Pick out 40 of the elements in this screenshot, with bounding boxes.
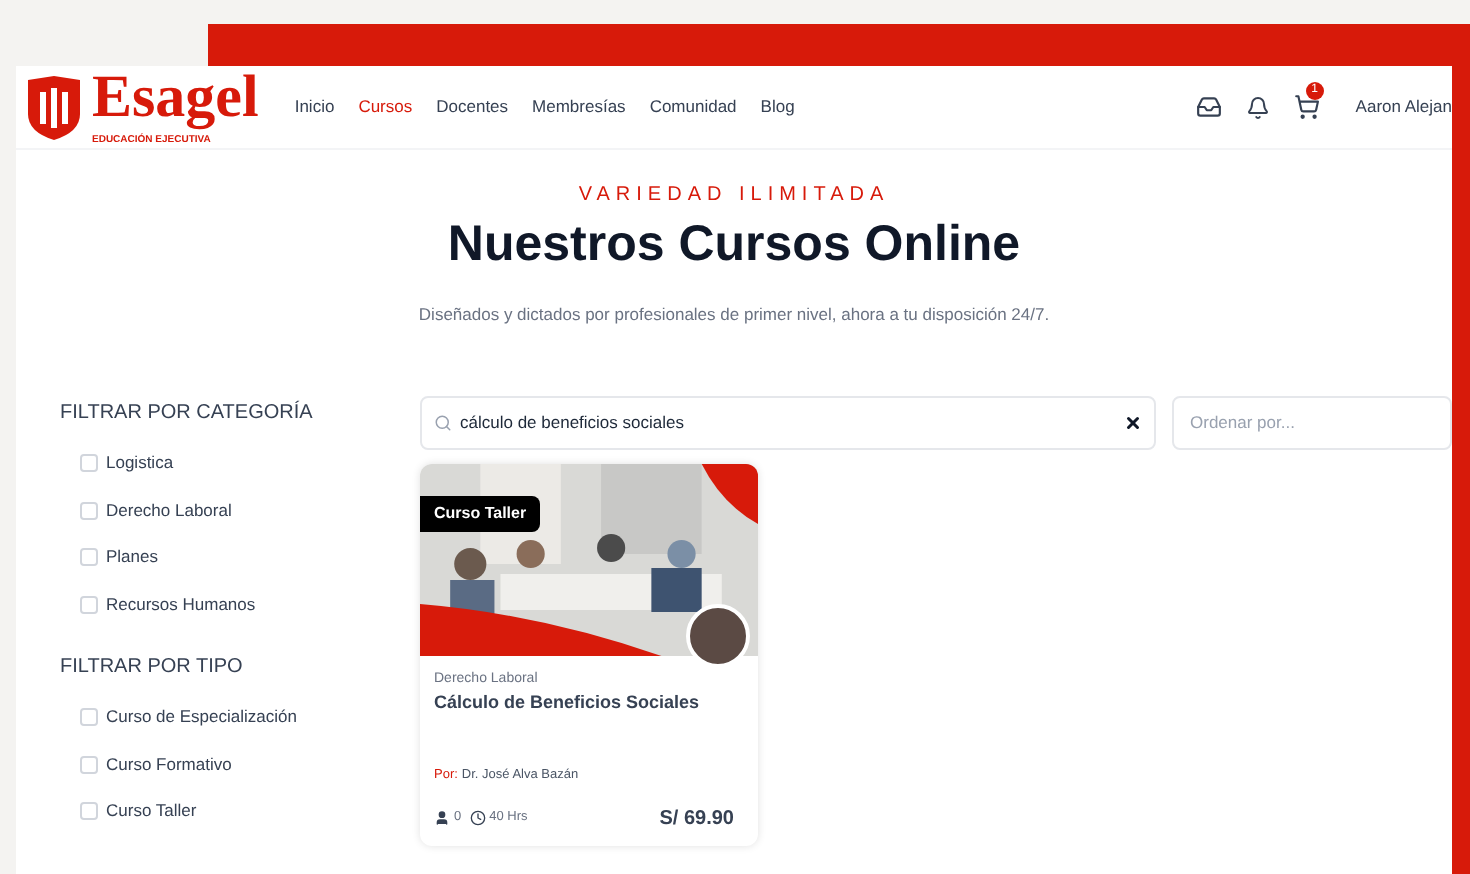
filter-option-label[interactable]: Logistica [106,450,174,476]
clear-icon[interactable] [1124,413,1142,432]
filter-heading: FILTRAR POR CATEGORÍA [60,398,315,428]
hero-eyebrow: VARIEDAD ILIMITADA [578,182,890,210]
nav-link[interactable]: Cursos [358,94,413,120]
filter-option-label[interactable]: Curso Formativo [106,751,232,777]
filter-option-label[interactable]: Curso de Especialización [106,704,297,730]
search-field[interactable]: cálculo de beneficios sociales [420,395,1156,450]
course-price: S/ 69.90 [659,805,734,833]
filter-option-label[interactable]: Planes [106,544,158,570]
shield-logo-icon [24,73,84,141]
notification-bell-icon[interactable] [1245,95,1270,119]
page-subtitle: Diseñados y dictados por profesionales de primer nivel, ahora a tu disposición 24/7. [418,302,1050,328]
filter-checkbox[interactable] [80,454,98,472]
filter-option-label[interactable]: Recursos Humanos [106,591,256,617]
inbox-icon[interactable] [1195,94,1222,120]
page-title: Nuestros Cursos Online [447,214,1021,274]
search-icon [434,413,452,432]
filter-option-label[interactable]: Curso Taller [106,798,197,824]
nav-link[interactable]: Blog [760,94,795,120]
nav-link[interactable]: Membresías [532,94,626,120]
filter-checkbox[interactable] [80,708,98,726]
filter-checkbox[interactable] [80,802,98,820]
filter-checkbox[interactable] [80,501,98,519]
filter-checkbox[interactable] [80,755,98,773]
brand-name: Esagel [92,69,259,125]
course-title: Cálculo de Beneficios Sociales [434,690,702,717]
filter-checkbox[interactable] [80,548,98,566]
cart-icon[interactable] [1293,94,1320,120]
student-icon [434,810,450,826]
nav-link[interactable]: Inicio [294,94,335,120]
course-type-badge: Curso Taller [420,495,541,532]
sort-field[interactable]: Ordenar por... [1172,395,1452,450]
filter-option-label[interactable]: Derecho Laboral [106,497,232,523]
nav-link[interactable]: Comunidad [649,94,737,120]
filter-heading: FILTRAR POR TIPO [60,653,245,682]
nav-link[interactable]: Docentes [436,94,509,120]
user-name[interactable]: Aaron Alejan [1355,94,1452,120]
filter-checkbox[interactable] [80,595,98,613]
clock-icon [469,810,486,826]
